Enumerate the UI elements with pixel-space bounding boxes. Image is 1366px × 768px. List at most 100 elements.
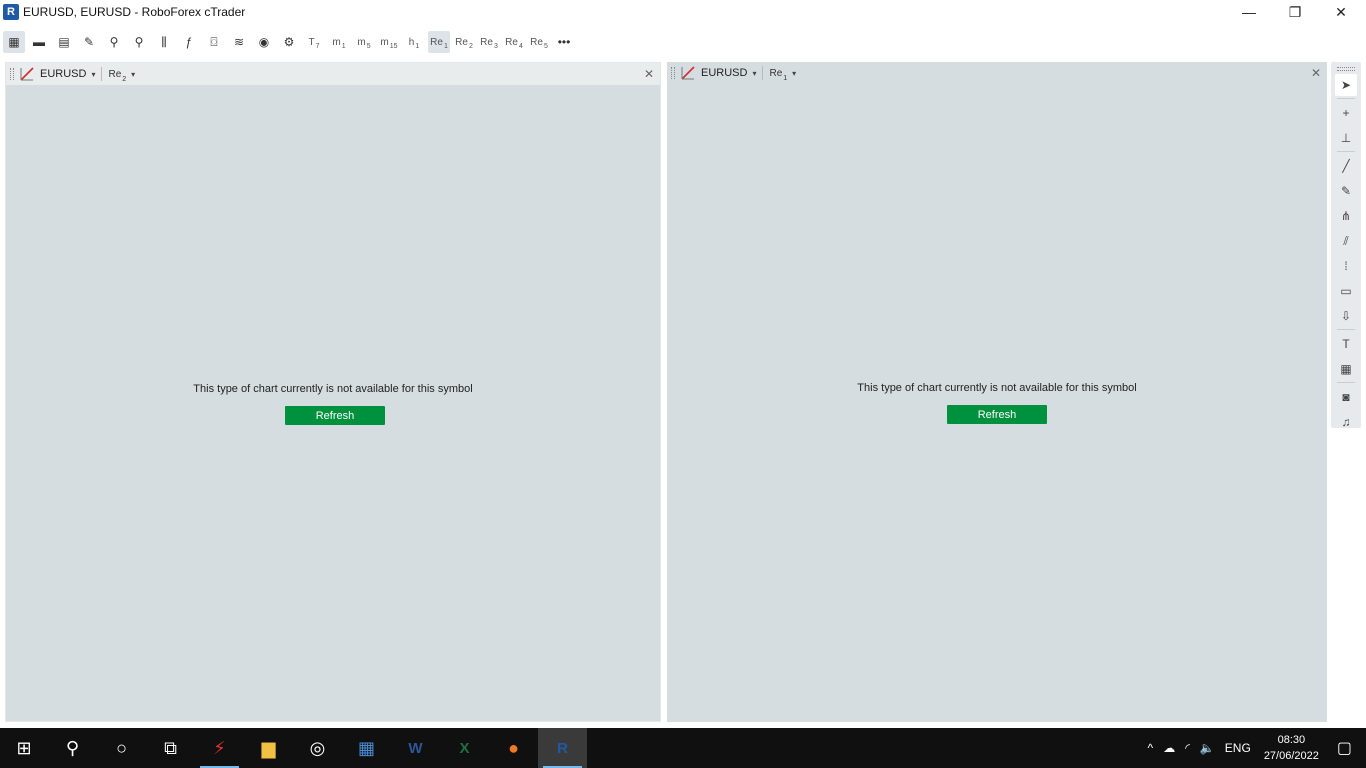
chart-settings-icon[interactable]: ✎ <box>78 31 100 53</box>
multi-chart-icon[interactable]: ▦ <box>3 31 25 53</box>
period-button[interactable]: Re 5 <box>528 31 550 53</box>
symbol-chart-icon[interactable] <box>681 66 695 80</box>
drag-handle[interactable] <box>10 68 14 80</box>
period-button[interactable]: m 15 <box>378 31 400 53</box>
close-pane-button[interactable]: ✕ <box>1311 66 1321 80</box>
period-button[interactable]: m5 <box>353 31 375 53</box>
onedrive-icon[interactable]: ☁ <box>1163 741 1175 755</box>
period-selector[interactable]: Re1 <box>769 68 788 82</box>
zoom-in-icon[interactable]: ⚲ <box>128 31 150 53</box>
pen-icon[interactable]: ✎ <box>1335 180 1357 202</box>
period-sub: 1 <box>341 42 346 50</box>
windows-start-icon[interactable]: ⊞ <box>0 728 48 768</box>
symbol-dropdown-icon[interactable]: ▾ <box>91 70 95 79</box>
excel-icon[interactable]: X <box>440 728 489 768</box>
layers-icon[interactable]: ≋ <box>228 31 250 53</box>
symbol-selector[interactable]: EURUSD <box>701 67 747 79</box>
bell-icon[interactable]: ♫ <box>1335 411 1357 433</box>
watch-icon[interactable]: ◉ <box>253 31 275 53</box>
period-sub: 1 <box>783 74 788 82</box>
clock-time: 08:30 <box>1277 734 1306 746</box>
period-dropdown-icon[interactable]: ▾ <box>792 69 796 78</box>
fibonacci-icon[interactable]: ⁞ <box>1335 255 1357 277</box>
period-label: Re <box>455 36 468 48</box>
drag-handle[interactable] <box>671 67 675 79</box>
file-explorer-icon[interactable]: ▆ <box>244 728 293 768</box>
single-chart-icon[interactable]: ▬ <box>28 31 50 53</box>
period-button[interactable]: h1 <box>403 31 425 53</box>
wifi-icon[interactable]: ◜ <box>1185 741 1190 755</box>
search-icon[interactable]: ⚲ <box>48 728 97 768</box>
app-logo-icon: R <box>3 4 19 20</box>
cursor-icon[interactable]: ➤ <box>1335 74 1357 96</box>
crosshair-icon[interactable]: + <box>1335 102 1357 124</box>
firefox-icon[interactable]: ● <box>489 728 538 768</box>
language-indicator[interactable]: ENG <box>1225 741 1251 755</box>
symbol-dropdown-icon[interactable]: ▾ <box>752 69 756 78</box>
period-button[interactable]: Re 2 <box>453 31 475 53</box>
word-icon[interactable]: W <box>391 728 440 768</box>
divider <box>762 66 764 80</box>
lamp-app-icon[interactable]: ◎ <box>293 728 342 768</box>
chart-pane-left: EURUSD ▾ Re2 ▾ ✕ This type of chart curr… <box>5 62 661 722</box>
period-button[interactable]: Re 4 <box>503 31 525 53</box>
period-sub: 1 <box>415 42 420 50</box>
window-title: EURUSD, EURUSD - RoboForex cTrader <box>23 5 246 19</box>
divider <box>1337 98 1355 99</box>
notifications-icon[interactable]: ▢ <box>1337 738 1352 758</box>
period-selector[interactable]: Re2 <box>108 68 127 83</box>
period-label: m <box>332 36 341 48</box>
period-sub: 7 <box>315 42 320 50</box>
symbol-selector[interactable]: EURUSD <box>40 68 86 80</box>
minimize-button[interactable]: — <box>1226 0 1272 24</box>
clock[interactable]: 08:30 27/06/2022 <box>1264 732 1319 764</box>
template-icon[interactable]: ⚙ <box>278 31 300 53</box>
more-options-icon[interactable]: ••• <box>553 31 575 53</box>
calculator-icon[interactable]: ▦ <box>342 728 391 768</box>
divider <box>1337 151 1355 152</box>
chart-area[interactable]: This type of chart currently is not avai… <box>10 85 656 719</box>
chart-area[interactable]: This type of chart currently is not avai… <box>667 84 1327 720</box>
layout-icon[interactable]: ▤ <box>53 31 75 53</box>
refresh-button[interactable]: Refresh <box>285 406 385 425</box>
period-sub: 5 <box>366 42 371 50</box>
period-dropdown-icon[interactable]: ▾ <box>131 70 135 79</box>
main-toolbar: ▦ ▬ ▤ ✎ ⚲ ⚲ ⫼ ƒ ⌼ ≋ ◉ ⚙ T 7 m 1 m 5 m 15 h 1 Re 1 Re 2 Re 3 Re 4 Re 5 ••… <box>0 30 1366 54</box>
arrow-icon[interactable]: ⇩ <box>1335 305 1357 327</box>
refresh-button[interactable]: Refresh <box>947 405 1047 424</box>
robots-icon[interactable]: ⌼ <box>203 31 225 53</box>
close-button[interactable]: ✕ <box>1318 0 1364 24</box>
period-label: m <box>380 36 389 48</box>
period-sub: 2 <box>122 75 127 83</box>
ctrader-icon[interactable]: R <box>538 728 587 768</box>
period-button[interactable]: Re 3 <box>478 31 500 53</box>
close-pane-button[interactable]: ✕ <box>644 67 654 81</box>
unavailable-message: This type of chart currently is not avai… <box>193 383 473 395</box>
chart-type-icon[interactable]: ⫼ <box>153 31 175 53</box>
cortana-icon[interactable]: ○ <box>97 728 146 768</box>
pattern-icon[interactable]: ▦ <box>1335 358 1357 380</box>
indicators-icon[interactable]: ƒ <box>178 31 200 53</box>
measure-icon[interactable]: ⊥ <box>1335 127 1357 149</box>
show-hidden-icons-icon[interactable]: ^ <box>1148 741 1154 755</box>
camera-icon[interactable]: ◙ <box>1335 386 1357 408</box>
period-label: Re <box>480 36 493 48</box>
rectangle-icon[interactable]: ▭ <box>1335 280 1357 302</box>
drag-handle[interactable] <box>1337 67 1355 71</box>
symbol-chart-icon[interactable] <box>20 67 34 81</box>
restore-button[interactable]: ❐ <box>1272 0 1318 24</box>
channel-icon[interactable]: ⫽ <box>1335 230 1357 252</box>
volume-icon[interactable]: 🔈 <box>1200 741 1215 755</box>
text-icon[interactable]: T <box>1335 333 1357 355</box>
period-sub: 1 <box>443 42 448 50</box>
pitchfork-icon[interactable]: ⋔ <box>1335 205 1357 227</box>
period-label: Re <box>505 36 518 48</box>
task-view-icon[interactable]: ⧉ <box>146 728 195 768</box>
period-label: Re <box>108 68 122 80</box>
lightning-app-icon[interactable]: ⚡ <box>195 728 244 768</box>
period-button[interactable]: T7 <box>303 31 325 53</box>
period-button[interactable]: Re 1 <box>428 31 450 53</box>
zoom-out-icon[interactable]: ⚲ <box>103 31 125 53</box>
period-button[interactable]: m1 <box>328 31 350 53</box>
trendline-icon[interactable]: ╱ <box>1335 155 1357 177</box>
